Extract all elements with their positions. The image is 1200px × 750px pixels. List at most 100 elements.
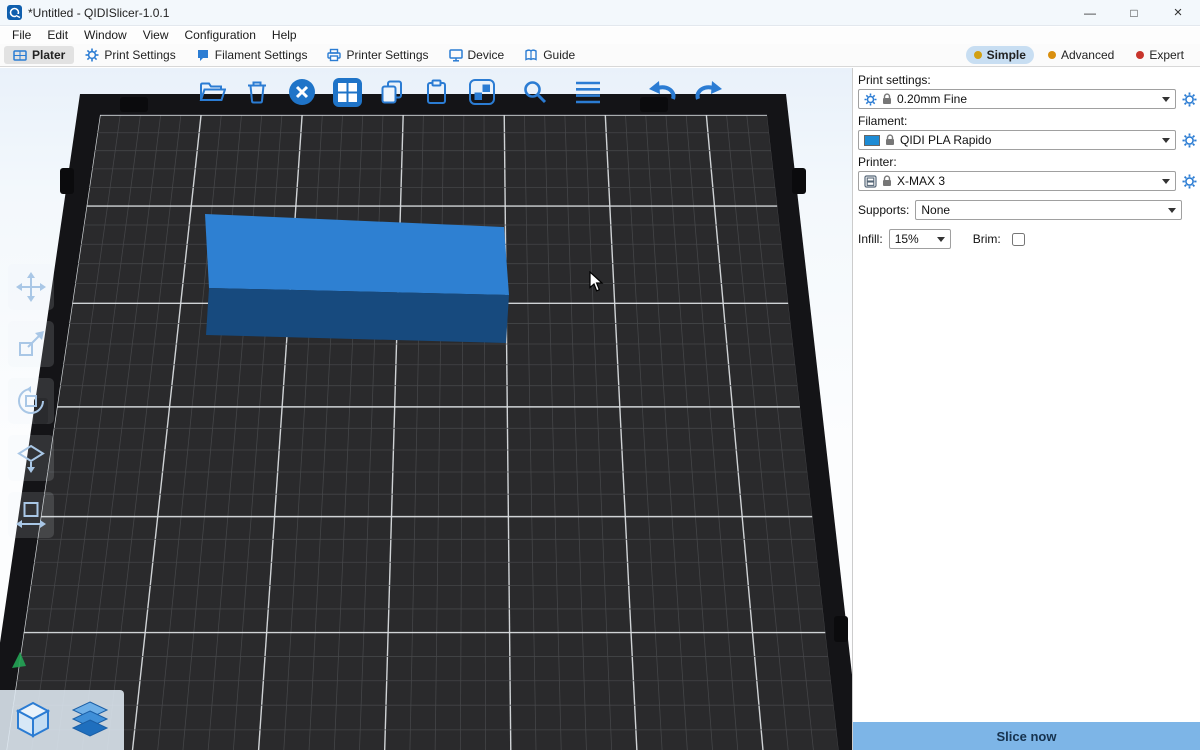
rotate-tool-button[interactable] xyxy=(8,378,54,424)
rotate-icon xyxy=(16,386,46,416)
expert-mode-dot xyxy=(1136,51,1144,59)
filament-label: Filament: xyxy=(858,114,1200,128)
search-button[interactable] xyxy=(519,76,551,108)
split-to-parts-button[interactable] xyxy=(466,76,498,108)
menu-file[interactable]: File xyxy=(4,27,39,44)
3d-view-cube-icon xyxy=(11,698,55,742)
supports-combo[interactable]: None xyxy=(915,200,1182,220)
gear-icon xyxy=(1182,133,1197,148)
printer-settings-icon xyxy=(327,48,341,62)
print-bed xyxy=(0,68,852,750)
plater-icon xyxy=(13,48,27,62)
model-object[interactable] xyxy=(205,214,509,343)
gear-icon xyxy=(1182,174,1197,189)
settings-sidebar: Print settings: 0.20mm Fine Filament: QI… xyxy=(852,68,1200,750)
scale-tool-button[interactable] xyxy=(8,321,54,367)
simple-mode-dot xyxy=(974,51,982,59)
menu-help[interactable]: Help xyxy=(264,27,305,44)
lock-icon xyxy=(882,93,892,105)
printer-gear-button[interactable] xyxy=(1181,173,1197,189)
infill-label: Infill: xyxy=(858,232,883,246)
split-to-parts-icon xyxy=(468,78,496,106)
menu-view[interactable]: View xyxy=(135,27,177,44)
menu-configuration[interactable]: Configuration xyxy=(177,27,264,44)
tab-bar: Plater Print Settings Filament Settings … xyxy=(0,44,1200,67)
app-window: *Untitled - QIDISlicer-1.0.1 — □ × File … xyxy=(0,0,1200,750)
menu-bar: File Edit Window View Configuration Help xyxy=(0,27,1200,44)
supports-value: None xyxy=(921,203,950,217)
place-on-face-tool-button[interactable] xyxy=(8,435,54,481)
brim-checkbox[interactable] xyxy=(1012,233,1025,246)
preview-layers-button[interactable] xyxy=(67,698,113,742)
chevron-down-icon xyxy=(1168,208,1176,213)
variable-layer-height-button[interactable] xyxy=(572,76,604,108)
search-icon xyxy=(522,79,548,105)
supports-label: Supports: xyxy=(858,203,909,217)
printer-icon xyxy=(864,175,877,188)
cut-icon xyxy=(16,500,46,530)
title-bar: *Untitled - QIDISlicer-1.0.1 — □ × xyxy=(0,0,1200,26)
layers-view-icon xyxy=(67,698,113,742)
paste-button[interactable] xyxy=(421,76,453,108)
redo-button[interactable] xyxy=(692,76,724,108)
maximize-button[interactable]: □ xyxy=(1112,0,1156,25)
device-icon xyxy=(449,48,463,62)
advanced-mode-dot xyxy=(1048,51,1056,59)
print-settings-value: 0.20mm Fine xyxy=(897,92,967,106)
printer-combo[interactable]: X-MAX 3 xyxy=(858,171,1176,191)
undo-button[interactable] xyxy=(647,76,679,108)
redo-icon xyxy=(693,80,723,104)
preset-gear-icon xyxy=(864,93,877,106)
menu-edit[interactable]: Edit xyxy=(39,27,76,44)
tab-guide[interactable]: Guide xyxy=(515,46,584,64)
delete-all-button[interactable] xyxy=(286,76,318,108)
close-button[interactable]: × xyxy=(1156,0,1200,25)
mode-expert[interactable]: Expert xyxy=(1128,46,1192,64)
variable-layer-height-icon xyxy=(574,80,602,104)
viewport-toolbar xyxy=(196,73,724,111)
tab-printer-settings[interactable]: Printer Settings xyxy=(318,46,437,64)
infill-combo[interactable]: 15% xyxy=(889,229,951,249)
brim-label: Brim: xyxy=(973,232,1001,246)
place-on-face-icon xyxy=(16,443,46,473)
guide-icon xyxy=(524,48,538,62)
slice-now-button[interactable]: Slice now xyxy=(853,722,1200,750)
mode-selector: Simple Advanced Expert xyxy=(966,46,1200,64)
mode-advanced[interactable]: Advanced xyxy=(1040,46,1122,64)
filament-settings-icon xyxy=(196,48,210,62)
arrange-button[interactable] xyxy=(331,76,363,108)
lock-icon xyxy=(885,134,895,146)
delete-all-icon xyxy=(287,77,317,107)
print-settings-gear-button[interactable] xyxy=(1181,91,1197,107)
menu-window[interactable]: Window xyxy=(76,27,135,44)
editor-view-button[interactable] xyxy=(11,698,55,742)
viewport-3d[interactable] xyxy=(0,68,852,750)
chevron-down-icon xyxy=(937,237,945,242)
move-icon xyxy=(16,272,46,302)
print-settings-icon xyxy=(85,48,99,62)
arrange-icon xyxy=(333,78,362,107)
copy-icon xyxy=(379,79,405,105)
printer-label: Printer: xyxy=(858,155,1200,169)
undo-icon xyxy=(648,80,678,104)
delete-button[interactable] xyxy=(241,76,273,108)
minimize-button[interactable]: — xyxy=(1068,0,1112,25)
mode-simple[interactable]: Simple xyxy=(966,46,1034,64)
print-settings-combo[interactable]: 0.20mm Fine xyxy=(858,89,1176,109)
delete-icon xyxy=(244,79,270,105)
move-tool-button[interactable] xyxy=(8,264,54,310)
filament-combo[interactable]: QIDI PLA Rapido xyxy=(858,130,1176,150)
filament-gear-button[interactable] xyxy=(1181,132,1197,148)
tab-print-settings[interactable]: Print Settings xyxy=(76,46,184,64)
print-settings-label: Print settings: xyxy=(858,73,1200,87)
scale-icon xyxy=(16,329,46,359)
tab-filament-settings[interactable]: Filament Settings xyxy=(187,46,317,64)
infill-value: 15% xyxy=(895,232,919,246)
tab-plater[interactable]: Plater xyxy=(4,46,74,64)
copy-button[interactable] xyxy=(376,76,408,108)
cut-tool-button[interactable] xyxy=(8,492,54,538)
window-title: *Untitled - QIDISlicer-1.0.1 xyxy=(28,6,169,20)
open-folder-button[interactable] xyxy=(196,76,228,108)
tab-device[interactable]: Device xyxy=(440,46,514,64)
filament-color-swatch xyxy=(864,135,880,146)
